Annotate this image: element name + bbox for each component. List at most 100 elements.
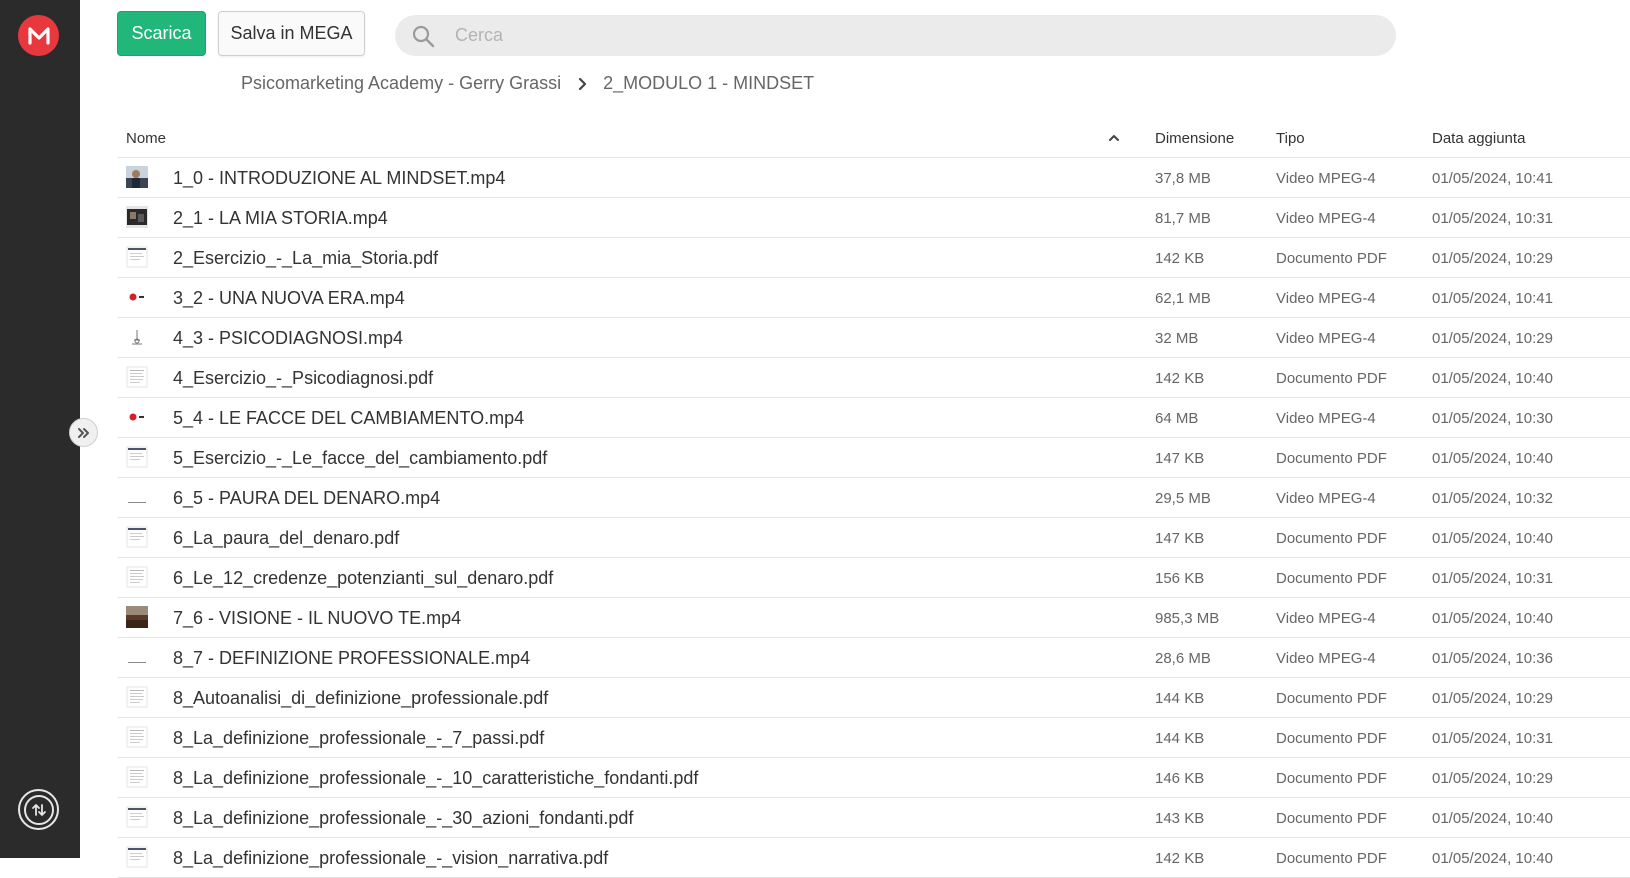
video-thumbnail-icon [126, 326, 148, 348]
table-row[interactable]: 7_6 - VISIONE - IL NUOVO TE.mp4 985,3 MB V… [118, 598, 1630, 638]
table-row[interactable]: 5_4 - LE FACCE DEL CAMBIAMENTO.mp4 64 MB V… [118, 398, 1630, 438]
column-size[interactable]: Dimensione [1155, 130, 1234, 147]
table-header: Nome Dimensione Tipo Data aggiunta [118, 118, 1630, 158]
table-row[interactable]: 5_Esercizio_-_Le_facce_del_cambiamento.p… [118, 438, 1630, 478]
file-name[interactable]: 2_Esercizio_-_La_mia_Storia.pdf [173, 248, 438, 269]
file-size: 147 KB [1155, 530, 1205, 547]
search-icon [412, 25, 435, 48]
sidebar [0, 0, 80, 858]
pdf-thumbnail-icon [126, 686, 148, 708]
file-date: 01/05/2024, 10:40 [1432, 530, 1553, 547]
pdf-thumbnail-icon [126, 766, 148, 788]
file-date: 01/05/2024, 10:40 [1432, 370, 1553, 387]
file-name[interactable]: 5_4 - LE FACCE DEL CAMBIAMENTO.mp4 [173, 408, 524, 429]
table-row[interactable]: 4_Esercizio_-_Psicodiagnosi.pdf 142 KB Doc… [118, 358, 1630, 398]
file-name[interactable]: 2_1 - LA MIA STORIA.mp4 [173, 208, 388, 229]
save-to-mega-button[interactable]: Salva in MEGA [218, 11, 365, 56]
table-row[interactable]: 2_Esercizio_-_La_mia_Storia.pdf 142 KB Doc… [118, 238, 1630, 278]
file-name[interactable]: 4_3 - PSICODIAGNOSI.mp4 [173, 328, 403, 349]
search-bar[interactable] [395, 15, 1396, 56]
file-size: 156 KB [1155, 570, 1205, 587]
file-size: 142 KB [1155, 250, 1205, 267]
file-name[interactable]: 8_Autoanalisi_di_definizione_professiona… [173, 688, 548, 709]
file-size: 64 MB [1155, 410, 1199, 427]
file-date: 01/05/2024, 10:41 [1432, 170, 1553, 187]
breadcrumb: Psicomarketing Academy - Gerry Grassi 2_… [241, 73, 814, 94]
table-row[interactable]: 3_2 - UNA NUOVA ERA.mp4 62,1 MB Video MPEG… [118, 278, 1630, 318]
table-row[interactable]: 6_La_paura_del_denaro.pdf 147 KB Documento… [118, 518, 1630, 558]
pdf-thumbnail-icon [126, 246, 148, 268]
file-name[interactable]: 1_0 - INTRODUZIONE AL MINDSET.mp4 [173, 168, 505, 189]
file-date: 01/05/2024, 10:29 [1432, 690, 1553, 707]
table-row[interactable]: 6_5 - PAURA DEL DENARO.mp4 29,5 MB Video M… [118, 478, 1630, 518]
table-row[interactable]: 2_1 - LA MIA STORIA.mp4 81,7 MB Video MPEG… [118, 198, 1630, 238]
file-date: 01/05/2024, 10:31 [1432, 570, 1553, 587]
file-type: Video MPEG-4 [1276, 410, 1376, 427]
video-thumbnail-icon [126, 606, 148, 628]
table-row[interactable]: 8_La_definizione_professionale_-_30_azio… [118, 798, 1630, 838]
table-row[interactable]: 8_7 - DEFINIZIONE PROFESSIONALE.mp4 28,6 … [118, 638, 1630, 678]
file-type: Video MPEG-4 [1276, 290, 1376, 307]
download-button[interactable]: Scarica [117, 11, 206, 56]
file-name[interactable]: 3_2 - UNA NUOVA ERA.mp4 [173, 288, 405, 309]
table-row[interactable]: 1_0 - INTRODUZIONE AL MINDSET.mp4 37,8 MB… [118, 158, 1630, 198]
expand-sidebar-icon[interactable] [69, 418, 98, 447]
file-size: 37,8 MB [1155, 170, 1211, 187]
column-name[interactable]: Nome [126, 130, 166, 147]
file-size: 144 KB [1155, 690, 1205, 707]
pdf-thumbnail-icon [126, 726, 148, 748]
table-row[interactable]: 6_Le_12_credenze_potenzianti_sul_denaro.… [118, 558, 1630, 598]
file-type: Documento PDF [1276, 570, 1387, 587]
file-size: 29,5 MB [1155, 490, 1211, 507]
file-name[interactable]: 8_La_definizione_professionale_-_30_azio… [173, 808, 633, 829]
file-size: 62,1 MB [1155, 290, 1211, 307]
file-name[interactable]: 6_La_paura_del_denaro.pdf [173, 528, 399, 549]
file-name[interactable]: 8_La_definizione_professionale_-_7_passi… [173, 728, 544, 749]
file-type: Documento PDF [1276, 850, 1387, 867]
file-type: Video MPEG-4 [1276, 210, 1376, 227]
file-type: Video MPEG-4 [1276, 330, 1376, 347]
pdf-thumbnail-icon [126, 366, 148, 388]
column-date[interactable]: Data aggiunta [1432, 130, 1525, 147]
file-name[interactable]: 7_6 - VISIONE - IL NUOVO TE.mp4 [173, 608, 461, 629]
file-date: 01/05/2024, 10:40 [1432, 850, 1553, 867]
file-type: Documento PDF [1276, 370, 1387, 387]
file-name[interactable]: 8_La_definizione_professionale_-_vision_… [173, 848, 608, 869]
file-date: 01/05/2024, 10:31 [1432, 210, 1553, 227]
table-row[interactable]: 8_La_definizione_professionale_-_vision_… [118, 838, 1630, 878]
pdf-thumbnail-icon [126, 846, 148, 868]
file-date: 01/05/2024, 10:40 [1432, 450, 1553, 467]
file-size: 32 MB [1155, 330, 1199, 347]
file-name[interactable]: 6_5 - PAURA DEL DENARO.mp4 [173, 488, 440, 509]
transfer-manager-icon[interactable] [18, 789, 59, 830]
column-type[interactable]: Tipo [1276, 130, 1305, 147]
file-type: Video MPEG-4 [1276, 610, 1376, 627]
breadcrumb-root[interactable]: Psicomarketing Academy - Gerry Grassi [241, 73, 561, 94]
table-row[interactable]: 8_La_definizione_professionale_-_7_passi… [118, 718, 1630, 758]
table-row[interactable]: 8_Autoanalisi_di_definizione_professiona… [118, 678, 1630, 718]
mega-logo-icon[interactable] [18, 15, 59, 56]
video-thumbnail-icon [126, 646, 148, 668]
file-name[interactable]: 8_7 - DEFINIZIONE PROFESSIONALE.mp4 [173, 648, 530, 669]
file-type: Video MPEG-4 [1276, 650, 1376, 667]
file-date: 01/05/2024, 10:40 [1432, 610, 1553, 627]
file-type: Documento PDF [1276, 530, 1387, 547]
file-name[interactable]: 6_Le_12_credenze_potenzianti_sul_denaro.… [173, 568, 553, 589]
pdf-thumbnail-icon [126, 446, 148, 468]
file-list: 1_0 - INTRODUZIONE AL MINDSET.mp4 37,8 MB… [118, 158, 1630, 878]
table-row[interactable]: 8_La_definizione_professionale_-_10_cara… [118, 758, 1630, 798]
file-date: 01/05/2024, 10:40 [1432, 810, 1553, 827]
file-date: 01/05/2024, 10:41 [1432, 290, 1553, 307]
video-thumbnail-icon [126, 406, 148, 428]
file-date: 01/05/2024, 10:31 [1432, 730, 1553, 747]
file-name[interactable]: 8_La_definizione_professionale_-_10_cara… [173, 768, 698, 789]
table-row[interactable]: 4_3 - PSICODIAGNOSI.mp4 32 MB Video MPEG-4… [118, 318, 1630, 358]
breadcrumb-current[interactable]: 2_MODULO 1 - MINDSET [603, 73, 814, 94]
video-thumbnail-icon [126, 486, 148, 508]
sort-ascending-icon[interactable] [1108, 130, 1120, 147]
video-thumbnail-icon [126, 286, 148, 308]
search-input[interactable] [455, 15, 1355, 56]
file-name[interactable]: 4_Esercizio_-_Psicodiagnosi.pdf [173, 368, 433, 389]
file-type: Documento PDF [1276, 250, 1387, 267]
file-name[interactable]: 5_Esercizio_-_Le_facce_del_cambiamento.p… [173, 448, 547, 469]
